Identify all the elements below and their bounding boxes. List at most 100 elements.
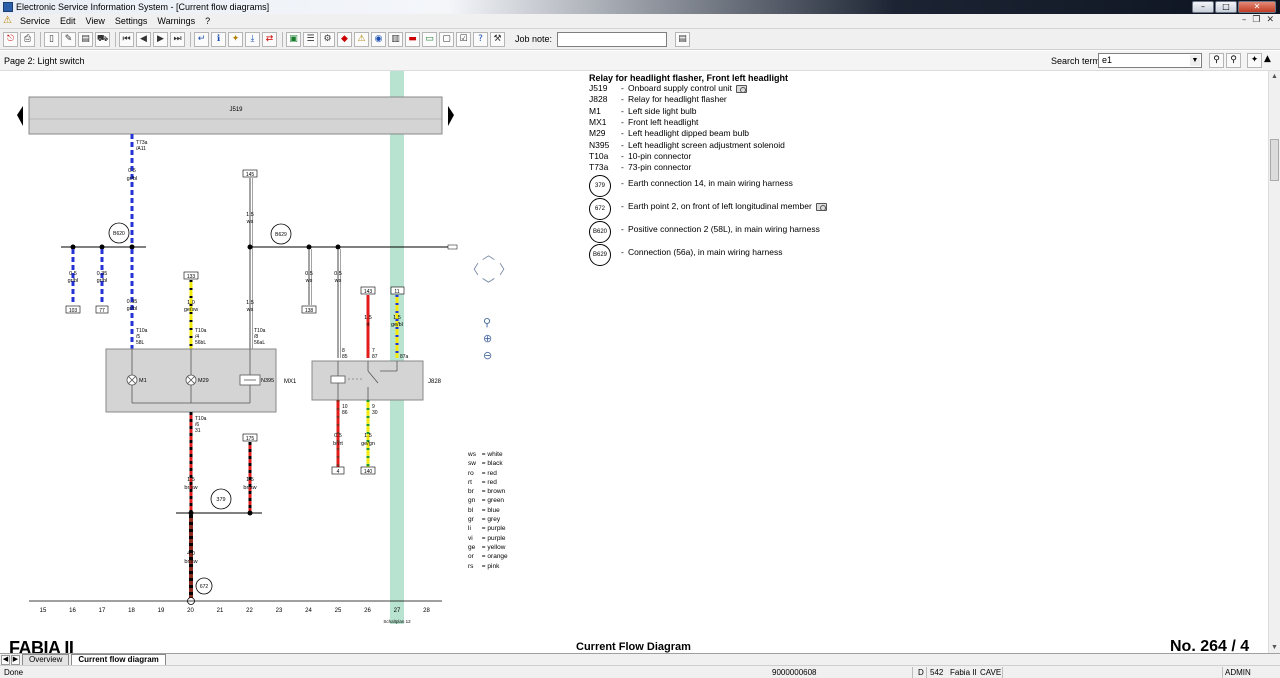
- job-note-input[interactable]: [557, 31, 668, 47]
- wire-58l: 0.35 gr/bl T10a /5 58L: [127, 249, 148, 349]
- zoom-in-icon[interactable]: ⊕: [483, 333, 495, 345]
- warning-toolbar-icon[interactable]: ⚠: [354, 31, 369, 47]
- camera-icon[interactable]: [735, 84, 747, 93]
- return-icon[interactable]: ↵: [194, 31, 209, 47]
- legend-dash: -: [621, 116, 624, 127]
- pin-icon[interactable]: ✦: [1247, 53, 1262, 68]
- search-input[interactable]: e1 ▼: [1098, 53, 1202, 68]
- pan-right-icon[interactable]: 〉: [499, 264, 512, 277]
- pan-left-icon[interactable]: 〈: [466, 264, 479, 277]
- download-icon[interactable]: ⤓: [245, 31, 260, 47]
- column-number: 15: [40, 608, 47, 614]
- doc-restore-button[interactable]: ❐: [1252, 15, 1260, 25]
- menu-help[interactable]: ?: [200, 16, 215, 26]
- manual-icon[interactable]: ▣: [286, 31, 301, 47]
- documents-icon[interactable]: ▤: [78, 31, 93, 47]
- camera-icon[interactable]: [815, 202, 827, 211]
- svg-text:4: 4: [337, 469, 340, 475]
- wire-earth-31: T10a /6 31 1.5 br/sw: [184, 412, 207, 513]
- svg-text:31: 31: [195, 428, 201, 434]
- color-abbrev: br: [468, 488, 474, 496]
- legend-description: 73-pin connector: [628, 162, 691, 172]
- color-name: pink: [487, 562, 500, 570]
- tab-current-flow-diagram[interactable]: Current flow diagram: [71, 654, 166, 665]
- maximize-button[interactable]: □: [1215, 1, 1237, 13]
- tab-overview[interactable]: Overview: [22, 654, 70, 665]
- previous-icon[interactable]: ◀: [136, 31, 151, 47]
- job-note-icon[interactable]: ▤: [675, 31, 691, 47]
- minimize-button[interactable]: –: [1192, 1, 1214, 13]
- column-number: 20: [187, 608, 194, 614]
- doc-minimize-button[interactable]: –: [1242, 15, 1247, 25]
- status-bar: Done 9000000608 D 542 Fabia II CAVE ADMI…: [0, 665, 1280, 678]
- color-abbrev: vi: [468, 534, 473, 542]
- svg-text:gr/bl: gr/bl: [127, 306, 138, 312]
- close-button[interactable]: ✕: [1238, 1, 1276, 13]
- scroll-down-icon[interactable]: ▼: [1271, 644, 1278, 651]
- menu-service[interactable]: Service: [15, 16, 55, 26]
- checklist-icon[interactable]: ☑: [456, 31, 471, 47]
- settings-icon[interactable]: ⚒: [490, 31, 505, 47]
- search-next-icon[interactable]: ⚲: [1226, 53, 1241, 68]
- svg-text:0.5: 0.5: [69, 271, 77, 277]
- legend-connection-row: 672- Earth point 2, on front of left long…: [589, 198, 1229, 222]
- vehicle-icon[interactable]: ⛟: [95, 31, 110, 47]
- scroll-up-arrow-icon[interactable]: ▲: [1262, 53, 1273, 68]
- pan-down-icon[interactable]: ﹀: [482, 279, 495, 292]
- hint-icon[interactable]: ✦: [228, 31, 243, 47]
- color-name: red: [487, 469, 497, 477]
- next-icon[interactable]: ▶: [153, 31, 168, 47]
- wire-138: 0.5 ws 138: [301, 249, 317, 314]
- list-icon[interactable]: ☰: [303, 31, 318, 47]
- edit-icon[interactable]: ✎: [61, 31, 76, 47]
- tab-prev-icon[interactable]: ◀: [1, 655, 10, 665]
- legend-connection-row: B620- Positive connection 2 (58L), in mai…: [589, 221, 1229, 245]
- exit-icon[interactable]: ⎋: [3, 31, 18, 47]
- legend-description-text: Left headlight dipped beam bulb: [628, 128, 749, 139]
- menu-settings[interactable]: Settings: [110, 16, 153, 26]
- doc-close-button[interactable]: ✕: [1266, 15, 1274, 25]
- diagnosis-icon[interactable]: ◆: [337, 31, 352, 47]
- connection-circle: B629: [589, 244, 611, 266]
- scrollbar-thumb[interactable]: [1270, 139, 1279, 181]
- scroll-left-arrow-icon[interactable]: [17, 106, 23, 126]
- color-key-row: li = purple: [468, 524, 508, 533]
- first-page-icon[interactable]: ⏮: [119, 31, 134, 47]
- scroll-right-arrow-icon[interactable]: [448, 106, 454, 126]
- chevron-down-icon[interactable]: ▼: [1190, 55, 1200, 66]
- help-icon[interactable]: ?: [473, 31, 488, 47]
- column-number: 16: [69, 608, 76, 614]
- menu-edit[interactable]: Edit: [55, 16, 81, 26]
- pan-up-icon[interactable]: ︿: [482, 249, 495, 262]
- search-binoculars-icon[interactable]: ⚲: [1209, 53, 1224, 68]
- car-icon[interactable]: ▬: [405, 31, 420, 47]
- svg-text:140: 140: [364, 469, 373, 475]
- zoom-out-icon[interactable]: ⊖: [483, 350, 495, 362]
- document-icon[interactable]: ▢: [439, 31, 454, 47]
- svg-text:1.5: 1.5: [393, 315, 401, 321]
- scroll-up-icon[interactable]: ▲: [1271, 73, 1278, 80]
- legend-row: MX1- Front left headlight: [589, 117, 1229, 128]
- menu-warnings[interactable]: Warnings: [152, 16, 200, 26]
- color-name: red: [487, 478, 497, 486]
- svg-text:0.35: 0.35: [127, 299, 138, 305]
- print-icon[interactable]: ⎙: [20, 31, 35, 47]
- svg-text:133: 133: [187, 274, 196, 280]
- new-icon[interactable]: ▯: [44, 31, 59, 47]
- component-icon[interactable]: ▥: [388, 31, 403, 47]
- color-abbrev: sw: [468, 460, 476, 468]
- globe-icon[interactable]: ◉: [371, 31, 386, 47]
- menu-view[interactable]: View: [81, 16, 110, 26]
- last-page-icon[interactable]: ⏭: [170, 31, 185, 47]
- svg-text:143: 143: [364, 289, 373, 295]
- column-number: 19: [158, 608, 165, 614]
- tab-next-icon[interactable]: ▶: [11, 655, 20, 665]
- car-side-icon[interactable]: ▭: [422, 31, 437, 47]
- search-label: Search term:: [1051, 56, 1103, 66]
- svg-text:85: 85: [342, 354, 348, 360]
- tools-icon[interactable]: ⚙: [320, 31, 335, 47]
- info-icon[interactable]: ℹ: [211, 31, 226, 47]
- swap-icon[interactable]: ⇄: [262, 31, 277, 47]
- zoom-icon[interactable]: ⚲: [483, 317, 495, 329]
- vertical-scrollbar[interactable]: ▲ ▼: [1268, 71, 1280, 653]
